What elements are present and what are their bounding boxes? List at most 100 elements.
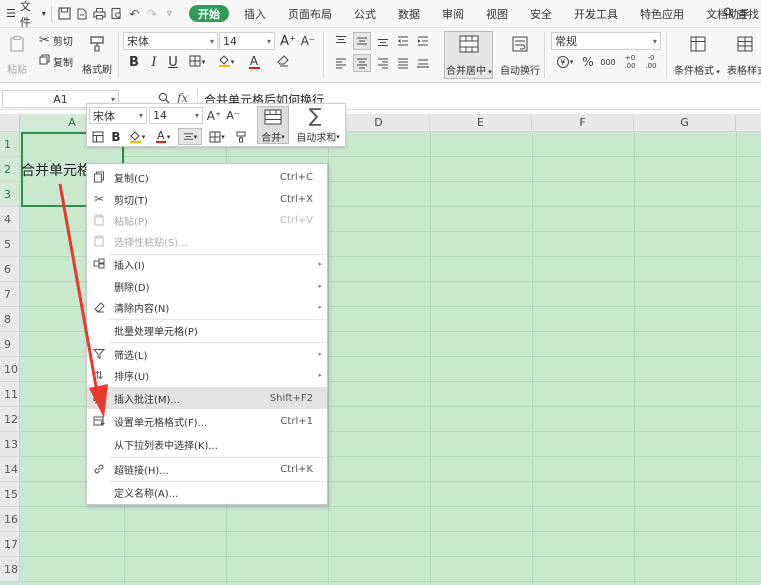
column-header-h[interactable] [736, 114, 761, 132]
indent-decrease-button[interactable] [395, 33, 411, 49]
row-header[interactable]: 3 [0, 182, 20, 207]
row-header[interactable]: 13 [0, 432, 20, 457]
customize-toolbar-icon[interactable]: ▿ [162, 5, 177, 22]
row-header[interactable]: 14 [0, 457, 20, 482]
borders-button[interactable]: ▾ [186, 53, 208, 71]
search-tab[interactable]: 查找 [723, 0, 761, 28]
conditional-format-button[interactable] [673, 33, 723, 55]
table-style-label[interactable]: 表格样式 [727, 62, 761, 77]
cut-button[interactable]: ✂ 剪切 [39, 32, 73, 48]
wrap-text-label[interactable]: 自动换行 [500, 62, 540, 77]
menu-item-pick-from-list[interactable]: 从下拉列表中选择(K)... [87, 433, 327, 455]
clear-format-button[interactable] [270, 53, 294, 71]
font-name-select[interactable]: 宋体 ▾ [123, 32, 218, 50]
menu-item-paste[interactable]: 粘贴(P) Ctrl+V [87, 209, 327, 231]
mini-autosum-button[interactable]: 自动求和 ▾ [293, 129, 343, 145]
number-format-select[interactable]: 常规 ▾ [551, 32, 661, 50]
distributed-align-button[interactable] [415, 55, 431, 71]
font-size-select[interactable]: 14 ▾ [219, 32, 275, 50]
row-header[interactable]: 15 [0, 482, 20, 507]
undo-icon[interactable]: ↶ [127, 5, 142, 22]
tab-insert[interactable]: 插入 [233, 0, 277, 28]
font-color-button[interactable]: A [242, 53, 266, 71]
mini-font-color-button[interactable]: A ▾ [151, 128, 175, 145]
align-right-button[interactable] [375, 55, 391, 71]
tab-home[interactable]: 开始 [188, 5, 229, 22]
row-header[interactable]: 10 [0, 357, 20, 382]
tab-features[interactable]: 特色应用 [629, 0, 695, 28]
thousands-button[interactable]: 000 [598, 53, 618, 71]
bold-button[interactable]: B [127, 53, 141, 71]
select-all-corner[interactable] [0, 114, 20, 132]
row-header[interactable]: 1 [0, 132, 20, 157]
percent-button[interactable]: % [580, 53, 596, 71]
row-header[interactable]: 17 [0, 532, 20, 557]
tab-formulas[interactable]: 公式 [343, 0, 387, 28]
align-top-button[interactable] [333, 33, 349, 49]
menu-item-insert-comment[interactable]: 插入批注(M)... Shift+F2 [87, 387, 327, 409]
mini-decrease-font-button[interactable]: A⁻ [225, 107, 241, 124]
tab-security[interactable]: 安全 [519, 0, 563, 28]
mini-fill-color-button[interactable]: ▾ [125, 128, 149, 145]
increase-decimal-button[interactable]: +0 .00 [621, 53, 639, 71]
paste-button[interactable]: 粘贴 [4, 31, 30, 79]
row-header[interactable]: 9 [0, 332, 20, 357]
row-header[interactable]: 18 [0, 557, 20, 582]
export-pdf-icon[interactable] [74, 5, 89, 22]
align-left-button[interactable] [333, 55, 349, 71]
hamburger-icon[interactable]: ☰ [6, 7, 16, 20]
row-header[interactable]: 7 [0, 282, 20, 307]
decrease-decimal-button[interactable]: -0 .00 [642, 53, 660, 71]
format-painter-button[interactable]: 格式刷 [81, 31, 113, 79]
row-header[interactable]: 12 [0, 407, 20, 432]
mini-font-size-select[interactable]: 14 ▾ [149, 107, 203, 124]
column-header-g[interactable]: G [634, 114, 736, 132]
mini-borders-button[interactable]: ▾ [205, 128, 229, 145]
menu-item-filter[interactable]: 筛选(L) ▸ [87, 343, 327, 365]
menu-item-paste-special[interactable]: 选择性粘贴(S)... [87, 230, 327, 252]
decrease-font-button[interactable]: A⁻ [299, 32, 317, 50]
row-header[interactable]: 8 [0, 307, 20, 332]
tab-data[interactable]: 数据 [387, 0, 431, 28]
justify-button[interactable] [395, 55, 411, 71]
table-style-button[interactable] [728, 33, 761, 55]
row-header[interactable]: 2 [0, 157, 20, 182]
menu-item-batch-cells[interactable]: 批量处理单元格(P) [87, 319, 327, 341]
column-header-e[interactable]: E [430, 114, 532, 132]
mini-bold-button[interactable]: B [109, 128, 123, 145]
print-icon[interactable] [92, 5, 107, 22]
menu-item-sort[interactable]: ⇅ 排序(U) ▸ [87, 364, 327, 386]
fill-color-button[interactable]: ▾ [214, 53, 238, 71]
menu-item-cut[interactable]: ✂ 剪切(T) Ctrl+X [87, 188, 327, 210]
menu-item-format-cells[interactable]: 设置单元格格式(F)... Ctrl+1 [87, 410, 327, 432]
copy-button[interactable]: 复制 [39, 53, 73, 69]
row-header[interactable]: 16 [0, 507, 20, 532]
menu-item-delete[interactable]: 删除(D) ▸ [87, 275, 327, 297]
italic-button[interactable]: I [147, 53, 161, 71]
file-menu[interactable]: ☰ 文件 ▾ [0, 0, 46, 30]
tab-view[interactable]: 视图 [475, 0, 519, 28]
save-icon[interactable] [57, 5, 72, 22]
menu-item-hyperlink[interactable]: 超链接(H)... Ctrl+K [87, 458, 327, 480]
redo-icon[interactable]: ↷ [144, 5, 159, 22]
mini-format-painter-button[interactable] [232, 128, 250, 145]
row-header[interactable]: 4 [0, 207, 20, 232]
tab-review[interactable]: 审阅 [431, 0, 475, 28]
indent-increase-button[interactable] [415, 33, 431, 49]
mini-font-name-select[interactable]: 宋体 ▾ [89, 107, 147, 124]
currency-button[interactable]: ¥ ▾ [553, 53, 577, 71]
mini-increase-font-button[interactable]: A⁺ [206, 107, 222, 124]
tab-developer[interactable]: 开发工具 [563, 0, 629, 28]
align-bottom-button[interactable] [375, 33, 391, 49]
column-header-f[interactable]: F [532, 114, 634, 132]
file-menu-label[interactable]: 文件 [20, 0, 38, 30]
menu-item-copy[interactable]: 复制(C) Ctrl+C [87, 166, 327, 188]
underline-button[interactable]: U [166, 53, 180, 71]
menu-item-clear-contents[interactable]: 清除内容(N) ▸ [87, 296, 327, 318]
row-header[interactable]: 6 [0, 257, 20, 282]
wrap-text-button[interactable] [500, 33, 540, 55]
mini-autosum-icon[interactable]: ∑ [302, 105, 328, 127]
tab-page-layout[interactable]: 页面布局 [277, 0, 343, 28]
menu-item-insert[interactable]: 插入(I) ▸ [87, 253, 327, 275]
increase-font-button[interactable]: A⁺ [279, 32, 297, 50]
